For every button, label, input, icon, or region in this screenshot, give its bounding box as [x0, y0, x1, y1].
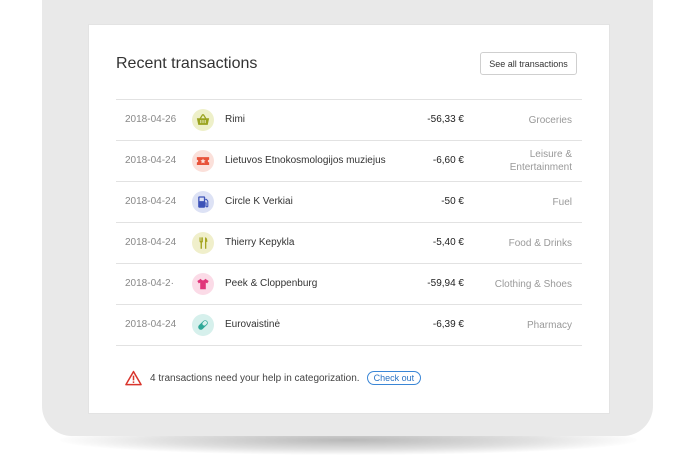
- transaction-row[interactable]: 2018-04-24 Eurovaistinė -6,39 € Pharmacy: [116, 305, 582, 346]
- transaction-amount: -6,39 €: [432, 319, 464, 330]
- transaction-row[interactable]: 2018-04-24 Circle K Verkiai -50 € Fuel: [116, 182, 582, 223]
- transaction-row[interactable]: 2018-04-24 Lietuvos Etnokosmologijos muz…: [116, 141, 582, 182]
- transaction-date: 2018-04-26: [125, 114, 177, 125]
- transaction-amount: -6,60 €: [432, 155, 464, 166]
- transaction-amount: -50 €: [441, 196, 464, 207]
- transaction-date: 2018-04-24: [125, 319, 177, 330]
- pill-icon: [192, 314, 214, 336]
- transaction-merchant: Eurovaistinė: [225, 319, 281, 330]
- transaction-category: Clothing & Shoes: [494, 278, 572, 290]
- transaction-merchant: Circle K Verkiai: [225, 196, 293, 207]
- transaction-merchant: Rimi: [225, 114, 245, 125]
- ticket-icon: [192, 150, 214, 172]
- cutlery-icon: [192, 232, 214, 254]
- fuel-pump-icon: [192, 191, 214, 213]
- transaction-merchant: Thierry Kepykla: [225, 237, 295, 248]
- recent-transactions-card: Recent transactions See all transactions…: [88, 24, 610, 414]
- check-out-button[interactable]: Check out: [366, 371, 422, 385]
- warning-icon: [125, 370, 142, 386]
- transaction-date: 2018-04-24: [125, 155, 177, 166]
- tshirt-icon: [192, 273, 214, 295]
- transaction-category: Groceries: [528, 114, 572, 126]
- transaction-category: Pharmacy: [526, 319, 572, 331]
- transaction-date: 2018-04-24: [125, 196, 177, 207]
- transaction-category: Food & Drinks: [508, 237, 572, 249]
- transaction-category: Leisure & Entertainment: [509, 149, 572, 173]
- categorization-notice: 4 transactions need your help in categor…: [125, 369, 422, 387]
- card-title: Recent transactions: [116, 55, 258, 72]
- notice-text: 4 transactions need your help in categor…: [150, 372, 360, 384]
- transaction-row[interactable]: 2018-04-2· Peek & Cloppenburg -59,94 € C…: [116, 264, 582, 305]
- transaction-category: Fuel: [552, 196, 572, 208]
- transaction-date: 2018-04-2·: [125, 278, 174, 289]
- see-all-transactions-button[interactable]: See all transactions: [480, 52, 577, 75]
- transaction-date: 2018-04-24: [125, 237, 177, 248]
- transaction-amount: -59,94 €: [427, 278, 464, 289]
- shopping-basket-icon: [192, 109, 214, 131]
- transaction-merchant: Lietuvos Etnokosmologijos muziejus: [225, 155, 386, 166]
- transaction-amount: -56,33 €: [427, 114, 464, 125]
- transaction-merchant: Peek & Cloppenburg: [225, 278, 318, 289]
- transaction-row[interactable]: 2018-04-26 Rimi -56,33 € Groceries: [116, 100, 582, 141]
- transaction-amount: -5,40 €: [432, 237, 464, 248]
- transaction-list: 2018-04-26 Rimi -56,33 € Groceries 2018-…: [116, 99, 582, 346]
- transaction-row[interactable]: 2018-04-24 Thierry Kepykla -5,40 € Food …: [116, 223, 582, 264]
